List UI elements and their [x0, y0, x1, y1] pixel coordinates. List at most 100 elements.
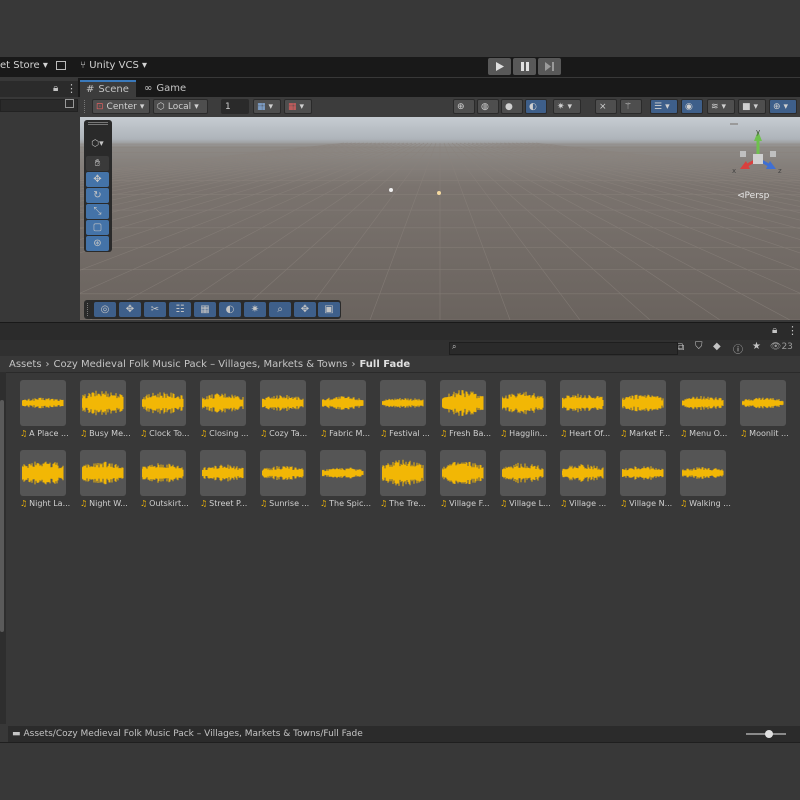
asset-item[interactable]: ♫ Fabric M... — [320, 380, 380, 448]
asset-item[interactable]: ♫ Village ... — [560, 450, 620, 518]
snap-settings-button[interactable]: ▦ ▾ — [284, 99, 312, 114]
asset-item[interactable]: ♫ Sunrise ... — [260, 450, 320, 518]
hierarchy-search-input[interactable] — [0, 99, 78, 112]
audio-waveform-thumbnail[interactable] — [500, 450, 546, 496]
project-search-input[interactable]: ⌕ — [449, 342, 678, 355]
overlay-button-4[interactable]: ☷ — [169, 302, 191, 317]
asset-item[interactable]: ♫ Busy Me... — [80, 380, 140, 448]
icon-size-slider-handle[interactable] — [765, 730, 773, 738]
asset-item[interactable]: ♫ Night W... — [80, 450, 140, 518]
scrollbar[interactable] — [0, 400, 4, 632]
asset-store-button[interactable]: et Store ▾ — [0, 60, 48, 71]
effects-toggle[interactable]: ⚚ — [620, 99, 642, 114]
asset-item[interactable]: ♫ Market F... — [620, 380, 680, 448]
label-icon[interactable]: ◆ — [713, 341, 721, 352]
breadcrumb-item-assets[interactable]: Assets — [9, 359, 42, 370]
rotate-tool[interactable]: ↻ — [86, 188, 109, 203]
asset-item[interactable]: ♫ The Spic... — [320, 450, 380, 518]
audio-waveform-thumbnail[interactable] — [680, 380, 726, 426]
audio-waveform-thumbnail[interactable] — [140, 380, 186, 426]
audio-waveform-thumbnail[interactable] — [80, 380, 126, 426]
audio-waveform-thumbnail[interactable] — [740, 380, 786, 426]
overlay-button-8[interactable]: ⌕ — [269, 302, 291, 317]
audio-waveform-thumbnail[interactable] — [620, 450, 666, 496]
layers-dropdown[interactable]: ≋ ▾ — [707, 99, 735, 114]
tab-game[interactable]: ∞ Game — [138, 80, 190, 97]
asset-item[interactable]: ♫ Night La... — [20, 450, 80, 518]
audio-waveform-thumbnail[interactable] — [560, 380, 606, 426]
breadcrumb-item-current[interactable]: Full Fade — [359, 359, 410, 370]
lock-icon[interactable]: 🔒︎ — [53, 83, 58, 94]
asset-item[interactable]: ♫ Closing ... — [200, 380, 260, 448]
asset-item[interactable]: ♫ Menu O... — [680, 380, 740, 448]
asset-item[interactable]: ♫ Street P... — [200, 450, 260, 518]
overlay-button-9[interactable]: ✥ — [294, 302, 316, 317]
overlay-button-3[interactable]: ✂ — [144, 302, 166, 317]
camera-dropdown[interactable]: ■ ▾ — [738, 99, 766, 114]
audio-waveform-thumbnail[interactable] — [260, 450, 306, 496]
grid-snap-button[interactable]: ▦ ▾ — [253, 99, 281, 114]
rect-tool[interactable]: ▢ — [86, 220, 109, 235]
audio-waveform-thumbnail[interactable] — [200, 450, 246, 496]
asset-item[interactable]: ♫ Walking ... — [680, 450, 740, 518]
search-by-type-icon[interactable]: ⧉ — [677, 342, 684, 353]
overlay-button-2[interactable]: ✥ — [119, 302, 141, 317]
audio-waveform-thumbnail[interactable] — [320, 450, 366, 496]
overlay-button-1[interactable]: ◎ — [94, 302, 116, 317]
asset-item[interactable]: ♫ A Place ... — [20, 380, 80, 448]
asset-item[interactable]: ♫ Fresh Ba... — [440, 380, 500, 448]
shaded-wireframe-button[interactable]: ◍ — [477, 99, 499, 114]
tab-scene[interactable]: # Scene — [80, 80, 136, 97]
tool-context-dropdown[interactable]: ⬡▾ — [86, 136, 109, 151]
move-tool[interactable]: ✥ — [86, 172, 109, 187]
step-button[interactable] — [538, 58, 561, 75]
breadcrumb-item-pack[interactable]: Cozy Medieval Folk Music Pack – Villages… — [54, 359, 348, 370]
package-icon[interactable] — [56, 61, 66, 70]
audio-waveform-thumbnail[interactable] — [80, 450, 126, 496]
gizmos-dropdown[interactable]: ⊕ ▾ — [769, 99, 797, 114]
asset-item[interactable]: ♫ Hagglin... — [500, 380, 560, 448]
audio-waveform-thumbnail[interactable] — [380, 380, 426, 426]
drag-handle[interactable] — [88, 122, 108, 125]
audio-waveform-thumbnail[interactable] — [200, 380, 246, 426]
audio-waveform-thumbnail[interactable] — [620, 380, 666, 426]
projection-toggle[interactable]: ⊲Persp — [737, 191, 769, 201]
asset-item[interactable]: ♫ Outskirt... — [140, 450, 200, 518]
scene-viewport[interactable]: y x z ⊲Persp — [80, 117, 800, 320]
audio-waveform-thumbnail[interactable] — [20, 450, 66, 496]
audio-waveform-thumbnail[interactable] — [440, 380, 486, 426]
hand-tool[interactable]: ✋︎ — [86, 156, 109, 171]
favorite-icon[interactable]: ★ — [752, 341, 761, 352]
wireframe-shading-button[interactable]: ⊕ — [453, 99, 475, 114]
audio-waveform-thumbnail[interactable] — [140, 450, 186, 496]
more-menu-icon[interactable]: ⋮ — [787, 324, 798, 337]
overlay-button-6[interactable]: ◐ — [219, 302, 241, 317]
audio-waveform-thumbnail[interactable] — [20, 380, 66, 426]
version-control-button[interactable]: ⑂ Unity VCS ▾ — [80, 60, 147, 71]
overlay-button-7[interactable]: ✷ — [244, 302, 266, 317]
audio-waveform-thumbnail[interactable] — [500, 380, 546, 426]
search-filter-icon[interactable] — [65, 99, 74, 108]
asset-item[interactable]: ♫ Village N... — [620, 450, 680, 518]
asset-item[interactable]: ♫ Heart Of... — [560, 380, 620, 448]
lighting-toggle[interactable]: ✷ ▾ — [553, 99, 581, 114]
lock-icon[interactable]: 🔒︎ — [772, 325, 777, 336]
drag-handle[interactable] — [84, 100, 87, 113]
fx-dropdown[interactable]: ☰ ▾ — [650, 99, 678, 114]
visibility-toggle[interactable]: ◉ — [681, 99, 703, 114]
overlay-button-10[interactable]: ▣ — [318, 302, 340, 317]
scale-tool[interactable]: ⤡ — [86, 204, 109, 219]
snap-increment-input[interactable]: 1 — [221, 99, 249, 114]
asset-item[interactable]: ♫ Village F... — [440, 450, 500, 518]
info-icon[interactable]: ⓘ — [733, 341, 743, 356]
transform-tool[interactable]: ⊛ — [86, 236, 109, 251]
asset-item[interactable]: ♫ Village L... — [500, 450, 560, 518]
asset-item[interactable]: ♫ Festival ... — [380, 380, 440, 448]
shaded-button[interactable]: ● — [501, 99, 523, 114]
asset-item[interactable]: ♫ Cozy Ta... — [260, 380, 320, 448]
audio-waveform-thumbnail[interactable] — [680, 450, 726, 496]
space-dropdown[interactable]: ⬡ Local ▾ — [153, 99, 208, 114]
asset-item[interactable]: ♫ Moonlit ... — [740, 380, 800, 448]
pause-button[interactable] — [513, 58, 536, 75]
asset-item[interactable]: ♫ The Tre... — [380, 450, 440, 518]
